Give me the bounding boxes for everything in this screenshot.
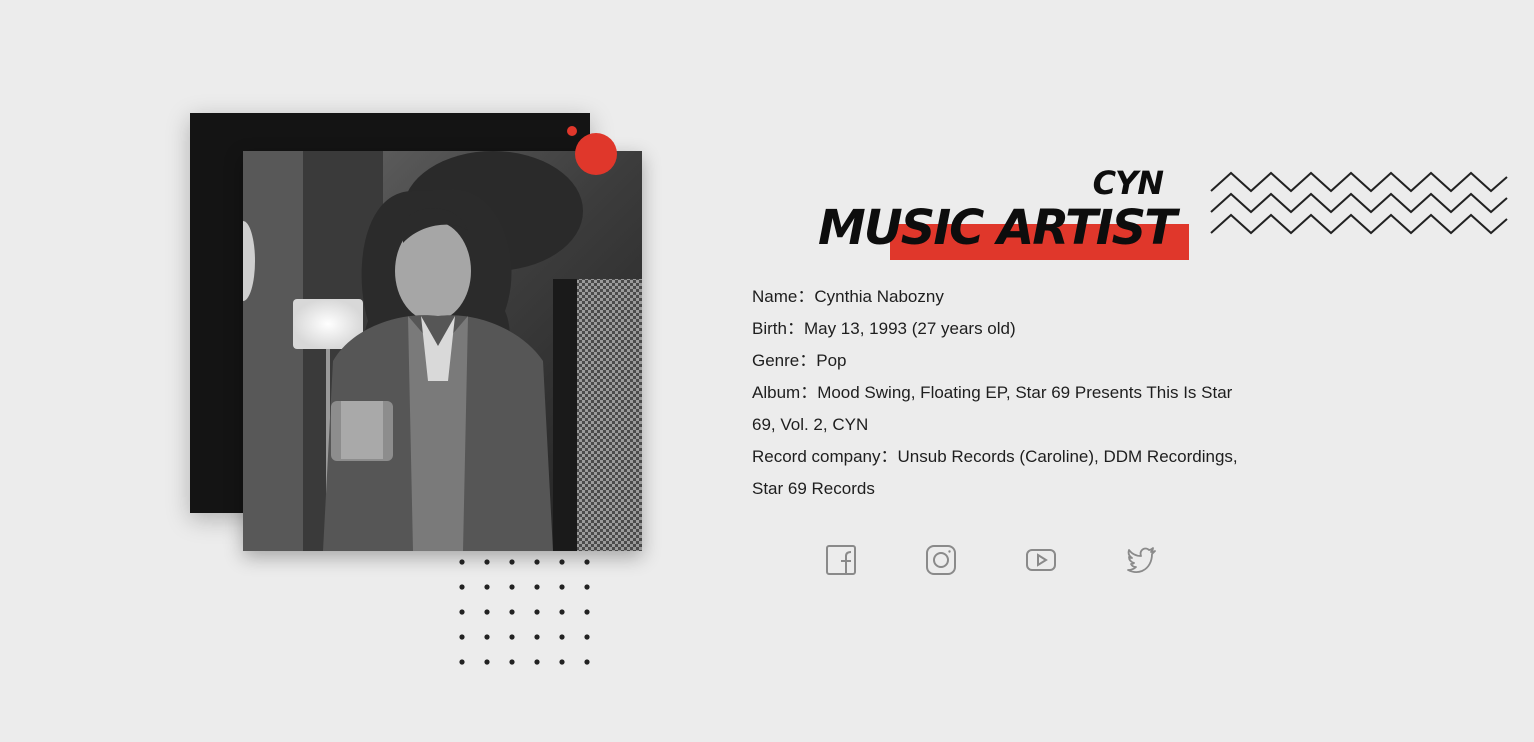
info-value: Cynthia Nabozny [814, 287, 944, 306]
social-links [822, 540, 1162, 580]
facebook-icon[interactable] [822, 540, 860, 580]
info-value: May 13, 1993 (27 years old) [803, 319, 1016, 338]
info-separator: ： [880, 447, 898, 466]
info-label: Album [752, 383, 801, 402]
info-separator: ： [797, 287, 815, 306]
info-row-record-company: Record company：Unsub Records (Caroline),… [752, 441, 1242, 505]
artist-info: Name：Cynthia Nabozny Birth：May 13, 1993 … [752, 281, 1242, 505]
artist-photo [243, 151, 642, 551]
dot-grid-decoration [459, 559, 590, 665]
red-dot-small [567, 126, 577, 136]
info-row-birth: Birth：May 13, 1993 (27 years old) [752, 313, 1242, 345]
info-label: Genre [752, 351, 800, 370]
info-value: Mood Swing, Floating EP, Star 69 Present… [752, 383, 1233, 434]
youtube-icon[interactable] [1022, 540, 1060, 580]
artist-name-heading: CYN [1092, 164, 1164, 202]
info-row-genre: Genre：Pop [752, 345, 1242, 377]
info-label: Name [752, 287, 798, 306]
info-label: Record company [752, 447, 881, 466]
info-separator: ： [800, 383, 818, 402]
info-row-album: Album：Mood Swing, Floating EP, Star 69 P… [752, 377, 1242, 441]
page-title: MUSIC ARTIST [818, 200, 1177, 256]
red-dot-large [575, 133, 617, 175]
twitter-icon[interactable] [1122, 540, 1160, 580]
info-separator: ： [799, 351, 817, 370]
info-value: Pop [816, 351, 847, 370]
info-separator: ： [786, 319, 804, 338]
info-row-name: Name：Cynthia Nabozny [752, 281, 1242, 313]
info-label: Birth [752, 319, 787, 338]
title-block: CYN MUSIC ARTIST [800, 160, 1200, 270]
instagram-icon[interactable] [922, 540, 960, 580]
zigzag-decoration [1210, 171, 1508, 235]
